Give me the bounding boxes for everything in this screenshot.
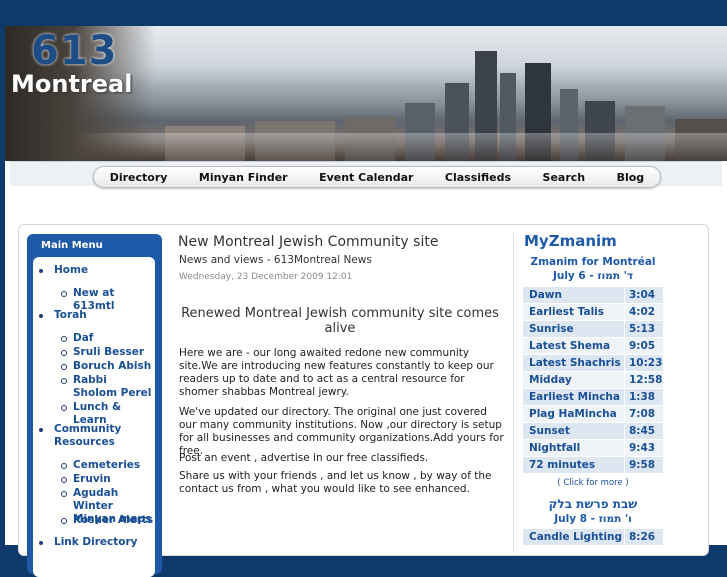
bullet-icon bbox=[39, 314, 43, 318]
shabbos-title: שבת פרשת בלק bbox=[548, 497, 638, 511]
zman-time: 7:08 bbox=[624, 405, 663, 423]
menu-item-daf[interactable]: Daf bbox=[73, 332, 93, 345]
site-logo-number[interactable]: 613 bbox=[31, 28, 118, 74]
column-divider bbox=[513, 233, 514, 553]
zman-name: Earliest Talis bbox=[523, 303, 625, 321]
menu-item-home[interactable]: Home bbox=[54, 264, 88, 277]
article-heading: Renewed Montreal Jewish community site c… bbox=[181, 306, 499, 336]
bullet-icon bbox=[61, 378, 67, 384]
menu-item-kosher-alerts[interactable]: Kosher Alerts bbox=[73, 514, 153, 527]
nav-blog[interactable]: Blog bbox=[617, 171, 645, 184]
nav-directory[interactable]: Directory bbox=[110, 171, 168, 184]
bullet-icon bbox=[39, 269, 43, 273]
zman-name: Sunset bbox=[523, 422, 625, 440]
article-paragraph: Here we are - our long awaited redone ne… bbox=[179, 347, 494, 398]
bullet-icon bbox=[61, 336, 67, 342]
shabbos-table: Candle Lighting 8:26 bbox=[523, 529, 663, 545]
main-menu-list: Home New at 613mtl Torah Daf Sruli Besse… bbox=[33, 257, 155, 577]
menu-item-torah[interactable]: Torah bbox=[54, 309, 87, 322]
article-title[interactable]: New Montreal Jewish Community site bbox=[178, 234, 438, 250]
bullet-icon bbox=[61, 463, 67, 469]
article-subtitle: News and views - 613Montreal News bbox=[179, 254, 372, 266]
zman-name: Latest Shema bbox=[523, 337, 625, 355]
zmanim-row: Earliest Mincha 1:38 bbox=[523, 388, 663, 406]
zman-time: 8:26 bbox=[624, 529, 663, 545]
zman-time: 10:23 bbox=[624, 354, 663, 372]
nav-search[interactable]: Search bbox=[543, 171, 586, 184]
zmanim-row: Latest Shachris 10:23 bbox=[523, 354, 663, 372]
zmanim-date: July 6 - ד' תמוז bbox=[552, 270, 634, 282]
zman-time: 1:38 bbox=[624, 388, 663, 406]
nav-minyan-finder[interactable]: Minyan Finder bbox=[199, 171, 288, 184]
article-paragraph: Share us with your friends , and let us … bbox=[179, 470, 492, 495]
zmanim-row: 72 minutes 9:58 bbox=[523, 456, 663, 474]
bullet-icon bbox=[61, 291, 67, 297]
zman-name: Earliest Mincha bbox=[523, 388, 625, 406]
main-menu: Main Menu Home New at 613mtl Torah Daf S… bbox=[27, 234, 162, 577]
zmanim-location: Zmanim for Montréal bbox=[530, 256, 656, 268]
zman-name: 72 minutes bbox=[523, 456, 625, 474]
zman-name: Midday bbox=[523, 371, 625, 389]
bullet-icon bbox=[61, 477, 67, 483]
article-paragraph: We've updated our directory. The origina… bbox=[179, 406, 504, 457]
main-menu-title: Main Menu bbox=[41, 240, 103, 251]
zman-name: Sunrise bbox=[523, 320, 625, 338]
menu-item-link-directory[interactable]: Link Directory bbox=[54, 536, 138, 549]
zmanim-row: Latest Shema 9:05 bbox=[523, 337, 663, 355]
zmanim-row: Nightfall 9:43 bbox=[523, 439, 663, 457]
menu-item-boruch-abish[interactable]: Boruch Abish bbox=[73, 360, 151, 373]
nav-classifieds[interactable]: Classifieds bbox=[445, 171, 511, 184]
zman-time: 9:43 bbox=[624, 439, 663, 457]
zmanim-row: Candle Lighting 8:26 bbox=[523, 529, 663, 545]
zmanim-row: Dawn 3:04 bbox=[523, 287, 663, 304]
zman-time: 9:05 bbox=[624, 337, 663, 355]
zman-time: 3:04 bbox=[624, 287, 663, 304]
zmanim-table: Dawn 3:04 Earliest Talis 4:02 Sunrise 5:13 Lat… bbox=[523, 287, 663, 474]
bullet-icon bbox=[61, 405, 67, 411]
menu-item-rabbi-sholom-perel[interactable]: Rabbi Sholom Perel bbox=[73, 374, 153, 400]
zman-name: Candle Lighting bbox=[523, 529, 625, 545]
bullet-icon bbox=[39, 541, 43, 545]
header-banner: 613 Montreal bbox=[5, 26, 727, 161]
zman-time: 9:58 bbox=[624, 456, 663, 474]
bullet-icon bbox=[61, 350, 67, 356]
zmanim-row: Midday 12:58 bbox=[523, 371, 663, 389]
zman-name: Plag HaMincha bbox=[523, 405, 625, 423]
article-date: Wednesday, 23 December 2009 12:01 bbox=[179, 272, 353, 282]
zmanim-row: Plag HaMincha 7:08 bbox=[523, 405, 663, 423]
zman-time: 8:45 bbox=[624, 422, 663, 440]
click-for-more-link[interactable]: ( Click for more ) bbox=[523, 478, 663, 488]
nav-event-calendar[interactable]: Event Calendar bbox=[319, 171, 413, 184]
zmanim-row: Sunset 8:45 bbox=[523, 422, 663, 440]
zman-time: 12:58 bbox=[624, 371, 663, 389]
zman-name: Dawn bbox=[523, 287, 625, 304]
zman-time: 4:02 bbox=[624, 303, 663, 321]
menu-item-eruvin[interactable]: Eruvin bbox=[73, 473, 111, 486]
bullet-icon bbox=[61, 491, 67, 497]
myzmanim-title[interactable]: MyZmanim bbox=[524, 232, 617, 250]
menu-item-community-resources[interactable]: Community Resources bbox=[54, 423, 134, 449]
shabbos-date: July 8 - ו' תמוז bbox=[554, 513, 632, 525]
main-nav: Directory Minyan Finder Event Calendar C… bbox=[93, 166, 661, 188]
menu-item-cemeteries[interactable]: Cemeteries bbox=[73, 459, 140, 472]
bullet-icon bbox=[39, 428, 43, 432]
zmanim-row: Sunrise 5:13 bbox=[523, 320, 663, 338]
zman-name: Nightfall bbox=[523, 439, 625, 457]
bullet-icon bbox=[61, 518, 67, 524]
menu-item-sruli-besser[interactable]: Sruli Besser bbox=[73, 346, 144, 359]
article-paragraph: Post an event , advertise in our free cl… bbox=[179, 452, 429, 464]
zmanim-row: Earliest Talis 4:02 bbox=[523, 303, 663, 321]
zman-time: 5:13 bbox=[624, 320, 663, 338]
bullet-icon bbox=[61, 364, 67, 370]
site-logo-city[interactable]: Montreal bbox=[11, 70, 132, 98]
zman-name: Latest Shachris bbox=[523, 354, 625, 372]
